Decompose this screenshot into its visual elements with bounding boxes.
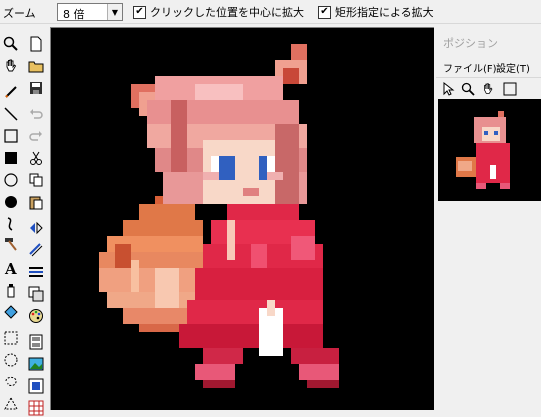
zoom-label: ズーム (3, 7, 36, 20)
zoom-level-value: 8 倍 (63, 8, 85, 21)
lasso-select-icon[interactable] (1, 372, 21, 392)
open-folder-icon[interactable] (26, 56, 46, 76)
rectangle-icon[interactable] (501, 80, 519, 98)
pointer-icon[interactable] (439, 80, 457, 98)
undo-icon[interactable] (26, 104, 46, 124)
center-on-click-label: クリックした位置を中心に拡大 (150, 6, 304, 19)
layers-icon[interactable] (26, 284, 46, 304)
hammer-icon[interactable] (1, 234, 21, 254)
save-icon[interactable] (26, 78, 46, 98)
hand-icon[interactable] (479, 80, 497, 98)
picture-icon[interactable] (26, 354, 46, 374)
new-file-icon[interactable] (26, 34, 46, 54)
app-window: ズーム 8 倍 ▼ ✔ クリックした位置を中心に拡大 ✔ 矩形指定による拡大 A (0, 0, 541, 417)
fill-bucket-icon[interactable] (1, 302, 21, 322)
rectangle-icon[interactable] (1, 126, 21, 146)
chevron-down-icon[interactable]: ▼ (107, 4, 122, 20)
copy-icon[interactable] (26, 170, 46, 190)
rect-zoom-label: 矩形指定による拡大 (335, 6, 434, 19)
menu-settings[interactable]: 設定(T) (496, 60, 530, 75)
face (203, 140, 283, 204)
rect-zoom-checkbox[interactable]: ✔ 矩形指定による拡大 (318, 4, 434, 20)
spray-icon[interactable] (1, 280, 21, 300)
stripes-icon[interactable] (26, 262, 46, 282)
position-panel: ポジション ファイル(F) 設定(T) (436, 27, 541, 417)
tool-palette: A (0, 28, 48, 417)
cut-icon[interactable] (26, 148, 46, 168)
paste-icon[interactable] (26, 192, 46, 212)
curve-icon[interactable] (1, 214, 21, 234)
zoom-icon[interactable] (459, 80, 477, 98)
flip-icon[interactable] (26, 218, 46, 238)
palette-icon[interactable] (26, 306, 46, 326)
rect-select-icon[interactable] (1, 328, 21, 348)
svg-text:A: A (4, 260, 17, 276)
thumbnail-preview[interactable] (438, 99, 541, 201)
drawing-canvas[interactable] (50, 27, 434, 410)
zoom-icon[interactable] (1, 34, 21, 54)
panel-title: ポジション (443, 37, 498, 50)
panel-toolbar (436, 77, 541, 97)
film-icon[interactable] (26, 332, 46, 352)
ellipse-select-icon[interactable] (1, 350, 21, 370)
filled-rectangle-icon[interactable] (1, 148, 21, 168)
line-icon[interactable] (1, 104, 21, 124)
frame-icon[interactable] (26, 376, 46, 396)
zoom-toolbar: ズーム 8 倍 ▼ ✔ クリックした位置を中心に拡大 ✔ 矩形指定による拡大 (0, 0, 541, 24)
zoom-level-select[interactable]: 8 倍 ▼ (57, 3, 123, 21)
rotate-icon[interactable] (26, 240, 46, 260)
checkmark-icon[interactable]: ✔ (133, 5, 146, 19)
polygon-select-icon[interactable] (1, 394, 21, 414)
pencil-icon[interactable] (1, 82, 21, 102)
checkmark-icon[interactable]: ✔ (318, 5, 331, 19)
filled-ellipse-icon[interactable] (1, 192, 21, 212)
center-on-click-checkbox[interactable]: ✔ クリックした位置を中心に拡大 (133, 4, 304, 20)
text-icon[interactable]: A (1, 258, 21, 278)
grid-icon[interactable] (26, 398, 46, 417)
thumbnail-image (456, 111, 510, 189)
ellipse-icon[interactable] (1, 170, 21, 190)
pixel-art-character (99, 44, 339, 388)
menu-file[interactable]: ファイル(F) (443, 60, 497, 75)
hand-icon[interactable] (1, 56, 21, 76)
redo-icon[interactable] (26, 126, 46, 146)
